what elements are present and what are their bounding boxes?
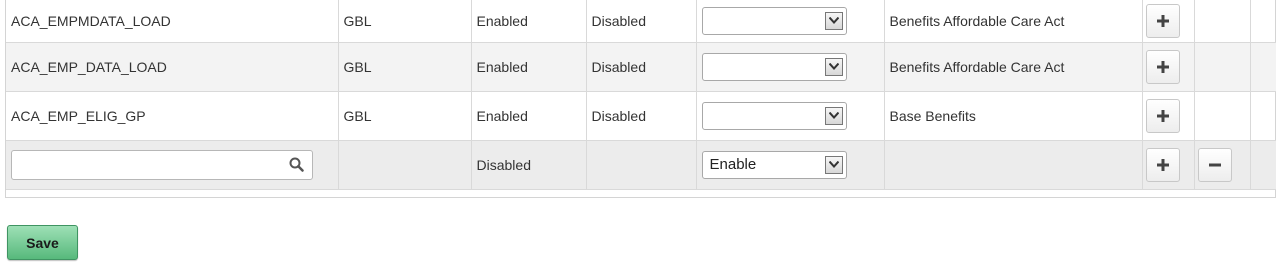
override-value: Disabled [591,12,646,29]
chevron-down-icon[interactable] [824,57,843,76]
process-cell: ACA_EMPMDATA_LOAD [6,0,339,43]
add-row-button[interactable] [1145,98,1180,133]
status-cell: Enabled [471,42,587,92]
description-value: Base Benefits [889,107,976,124]
override-cell: Disabled [586,0,697,43]
add-cell [1142,0,1195,43]
add-row-button[interactable] [1145,3,1180,38]
process-name: ACA_EMP_ELIG_GP [11,107,146,124]
setid-value: GBL [343,107,372,124]
description-cell [884,140,1143,190]
setid-cell [338,140,472,190]
select-cell [696,42,885,92]
add-cell [1142,140,1195,190]
table-row: ACA_EMP_DATA_LOAD GBL Enabled Disabled B… [6,42,1276,92]
process-table: ACA_EMPMDATA_LOAD GBL Enabled Disabled B… [6,0,1276,190]
process-name: ACA_EMPMDATA_LOAD [11,12,171,29]
delete-cell [1194,42,1251,92]
new-table-row: Disabled Enable [6,140,1276,190]
description-cell: Base Benefits [884,91,1143,141]
status-value: Enabled [476,12,528,29]
process-search-field [11,149,313,180]
minus-icon [1208,163,1221,166]
delete-cell [1194,140,1251,190]
chevron-down-icon[interactable] [824,155,843,174]
status-value: Enabled [476,107,528,124]
add-row-button[interactable] [1145,49,1180,84]
status-select[interactable] [701,6,847,35]
plus-icon [1156,60,1169,73]
description-cell: Benefits Affordable Care Act [884,42,1143,92]
spacer-cell [1250,140,1276,190]
spacer-cell [1250,91,1276,141]
setid-cell: GBL [338,91,472,141]
plus-icon [1156,14,1169,27]
description-value: Benefits Affordable Care Act [889,12,1065,29]
override-value: Disabled [591,58,646,75]
select-cell: Enable [696,140,885,190]
override-value: Disabled [591,107,646,124]
process-cell [6,140,339,190]
status-value: Enabled [476,58,528,75]
status-select[interactable]: Enable [701,150,847,179]
process-grid: ACA_EMPMDATA_LOAD GBL Enabled Disabled B… [5,0,1276,198]
chevron-down-icon[interactable] [824,11,843,30]
status-value: Disabled [476,156,531,173]
setid-value: GBL [343,58,372,75]
add-cell [1142,42,1195,92]
delete-cell [1194,0,1251,43]
status-select[interactable] [701,52,847,81]
status-select-value: Enable [709,156,757,173]
delete-cell [1194,91,1251,141]
plus-icon [1156,109,1169,122]
plus-icon [1156,158,1169,171]
status-cell: Enabled [471,0,587,43]
override-cell [586,140,697,190]
add-row-button[interactable] [1145,147,1180,182]
override-cell: Disabled [586,42,697,92]
process-cell: ACA_EMP_DATA_LOAD [6,42,339,92]
select-cell [696,0,885,43]
status-cell: Disabled [471,140,587,190]
status-select[interactable] [701,101,847,130]
process-search-input[interactable] [16,151,290,180]
save-button[interactable]: Save [7,225,78,260]
spacer-cell [1250,42,1276,92]
process-name: ACA_EMP_DATA_LOAD [11,58,167,75]
chevron-down-icon[interactable] [824,106,843,125]
setid-cell: GBL [338,0,472,43]
search-icon[interactable] [289,157,304,175]
override-cell: Disabled [586,91,697,141]
select-cell [696,91,885,141]
add-cell [1142,91,1195,141]
spacer-cell [1250,0,1276,43]
table-row: ACA_EMP_ELIG_GP GBL Enabled Disabled Bas… [6,91,1276,141]
description-value: Benefits Affordable Care Act [889,58,1065,75]
setid-cell: GBL [338,42,472,92]
status-cell: Enabled [471,91,587,141]
delete-row-button[interactable] [1197,147,1232,182]
process-cell: ACA_EMP_ELIG_GP [6,91,339,141]
description-cell: Benefits Affordable Care Act [884,0,1143,43]
table-row: ACA_EMPMDATA_LOAD GBL Enabled Disabled B… [6,0,1276,43]
setid-value: GBL [343,12,372,29]
